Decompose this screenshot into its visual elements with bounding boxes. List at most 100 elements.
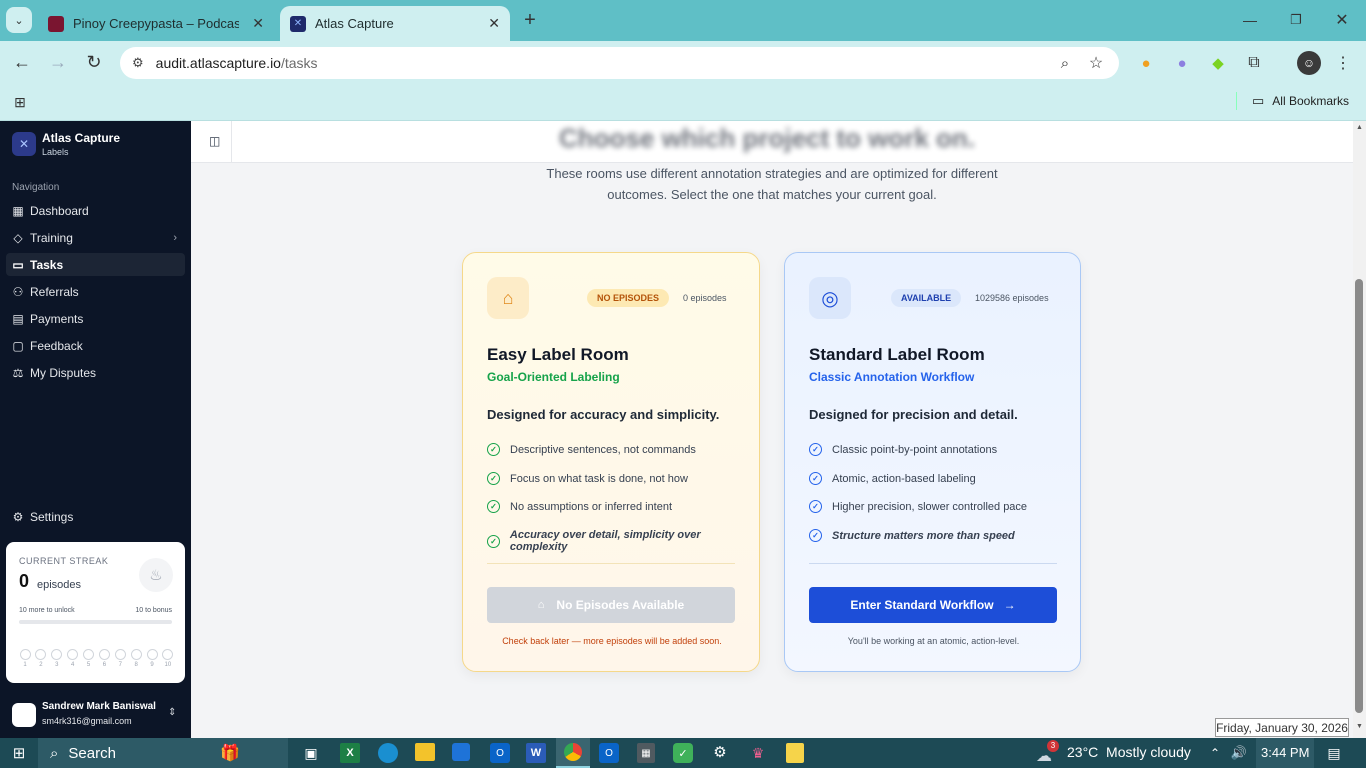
check-circle-icon: ✓ [809, 500, 822, 513]
restore-icon[interactable]: ❐ [1286, 10, 1306, 30]
calculator-icon[interactable]: ▦ [637, 743, 655, 763]
close-tab-icon[interactable]: ✕ [488, 16, 500, 30]
feature-item: ✓ Higher precision, slower controlled pac… [809, 500, 1027, 513]
search-icon: ⌕ [50, 744, 59, 762]
room-title: Standard Label Room [809, 345, 985, 364]
clock[interactable]: 3:44 PM [1256, 738, 1314, 768]
scroll-down-icon[interactable]: ▼ [1356, 723, 1363, 730]
taskbar-search-box[interactable]: ⌕ Search 🎁 [38, 738, 288, 768]
scrollbar-thumb[interactable] [1355, 279, 1363, 713]
close-window-icon[interactable]: ✕ [1332, 10, 1352, 30]
sidebar-item-my-disputes[interactable]: ⚖ My Disputes [6, 361, 185, 384]
zoom-icon[interactable]: ⌕ [1055, 53, 1075, 73]
check-circle-icon: ✓ [487, 443, 500, 456]
inbox-icon: ⌂ [487, 277, 529, 319]
sidebar-item-tasks[interactable]: ▭ Tasks [6, 253, 185, 276]
outlook-icon[interactable]: O [490, 743, 510, 763]
new-tab-icon[interactable]: + [520, 9, 540, 31]
intro-text: These rooms use different annotation str… [191, 163, 1353, 205]
store-icon[interactable] [452, 743, 470, 761]
word-icon[interactable]: W [526, 743, 546, 763]
weather-widget-icon[interactable]: ☁ 3 [1036, 740, 1060, 765]
streak-step-label: 3 [55, 662, 59, 668]
chevron-right-icon: › [173, 231, 177, 244]
notification-center-icon[interactable]: ▤ [1325, 744, 1343, 762]
intro-line-1: These rooms use different annotation str… [546, 166, 998, 181]
target-icon: ◎ [809, 277, 851, 319]
nav-label: Tasks [30, 257, 64, 272]
app-green-icon[interactable]: ✓ [673, 743, 693, 763]
streak-step-circle [35, 649, 47, 660]
back-icon[interactable]: ← [12, 52, 32, 72]
sidebar-item-payments[interactable]: ▤ Payments [6, 307, 185, 330]
bookmark-star-icon[interactable]: ☆ [1086, 53, 1106, 73]
apps-grid-icon[interactable]: ⊞ [11, 93, 29, 111]
chrome-taskbar-button[interactable] [556, 738, 590, 768]
tab-pinoy-creepypasta[interactable]: Pinoy Creepypasta – Podcast or ✕ [38, 6, 274, 41]
room-subtitle: Classic Annotation Workflow [809, 370, 975, 384]
nav-label: Dashboard [30, 203, 89, 218]
nav-label: Payments [30, 311, 84, 326]
streak-step-circle [19, 649, 31, 660]
excel-icon[interactable]: X [340, 743, 360, 763]
chevron-up-icon[interactable]: ⌃ [1207, 744, 1223, 762]
weather-text[interactable]: 23°C Mostly cloudy [1067, 744, 1191, 760]
nav-label: My Disputes [30, 365, 97, 380]
site-info-icon[interactable]: ⚙ [132, 55, 144, 71]
extension-1-icon[interactable]: ● [1136, 53, 1156, 73]
scale-icon: ⚖ [12, 365, 24, 380]
streak-step: 8 [130, 649, 142, 668]
address-bar[interactable]: ⚙ audit.atlascapture.io/tasks ⌕ ☆ [120, 47, 1119, 79]
chevron-updown-icon: ⇕ [168, 707, 177, 718]
sidebar-item-feedback[interactable]: ▢ Feedback [6, 334, 185, 357]
app-subtitle: Labels [42, 147, 69, 157]
streak-step-circle [98, 649, 110, 660]
sidebar-item-settings[interactable]: ⚙ Settings [6, 505, 185, 528]
page-scrollbar[interactable]: ▲ ▼ [1353, 121, 1366, 738]
users-icon: ⚇ [12, 284, 24, 299]
feature-item: ✓ Accuracy over detail, simplicity over c… [487, 529, 759, 553]
streak-step: 1 [19, 649, 31, 668]
close-tab-icon[interactable]: ✕ [252, 16, 264, 30]
task-view-icon[interactable]: ▣ [302, 744, 320, 762]
folder-icon: ▭ [1252, 93, 1265, 108]
all-bookmarks-folder[interactable]: ▭ All Bookmarks [1252, 93, 1349, 109]
tab-search-icon[interactable]: ⌄ [6, 7, 32, 33]
extension-3-icon[interactable]: ◆ [1208, 53, 1228, 73]
sidebar-item-training[interactable]: ◇ Training › [6, 226, 185, 249]
streak-step-label: 10 [164, 662, 172, 668]
arrow-right-icon: → [1003, 598, 1016, 612]
user-menu[interactable]: Sandrew Mark Baniswal sm4rk316@gmail.com… [0, 693, 191, 738]
atlas-logo-icon: ✕ [12, 132, 36, 156]
sidebar-toggle-icon[interactable]: ◫ [209, 134, 220, 148]
tab-atlas-capture[interactable]: ✕ Atlas Capture ✕ [280, 6, 510, 41]
page-heading: Choose which project to work on. [559, 123, 976, 153]
enter-standard-workflow-button[interactable]: Enter Standard Workflow → [809, 587, 1057, 623]
settings-gear-icon[interactable]: ⚙ [711, 743, 729, 761]
reload-icon[interactable]: ↻ [84, 52, 104, 72]
game-app-icon[interactable]: ♛ [748, 743, 768, 763]
edge-icon[interactable] [378, 743, 398, 763]
extension-2-icon[interactable]: ● [1172, 53, 1192, 73]
profile-avatar-icon[interactable]: ☺ [1297, 51, 1321, 75]
gear-icon: ⚙ [12, 509, 24, 524]
nav-heading: Navigation [12, 182, 60, 193]
file-explorer-icon[interactable] [415, 743, 435, 761]
streak-step-circle [83, 649, 94, 660]
extensions-puzzle-icon[interactable]: ⧉ [1244, 53, 1264, 73]
outlook-new-icon[interactable]: O [599, 743, 619, 763]
sidebar-item-dashboard[interactable]: ▦ Dashboard [6, 199, 185, 222]
streak-step-label: 5 [86, 662, 91, 668]
sticky-notes-icon[interactable] [786, 743, 804, 763]
minimize-icon[interactable]: — [1240, 10, 1260, 30]
menu-kebab-icon[interactable]: ⋮ [1333, 53, 1353, 73]
forward-icon[interactable]: → [48, 52, 68, 72]
streak-step-label: 1 [23, 662, 27, 668]
sidebar-item-referrals[interactable]: ⚇ Referrals [6, 280, 185, 303]
streak-progress-bar [19, 620, 172, 624]
windows-start-icon[interactable]: ⊞ [10, 744, 28, 762]
scroll-up-icon[interactable]: ▲ [1356, 124, 1363, 131]
status-badge: NO EPISODES [587, 289, 670, 307]
volume-icon[interactable]: 🔊 [1229, 744, 1249, 762]
no-episodes-button[interactable]: ⌂ No Episodes Available [487, 587, 735, 623]
